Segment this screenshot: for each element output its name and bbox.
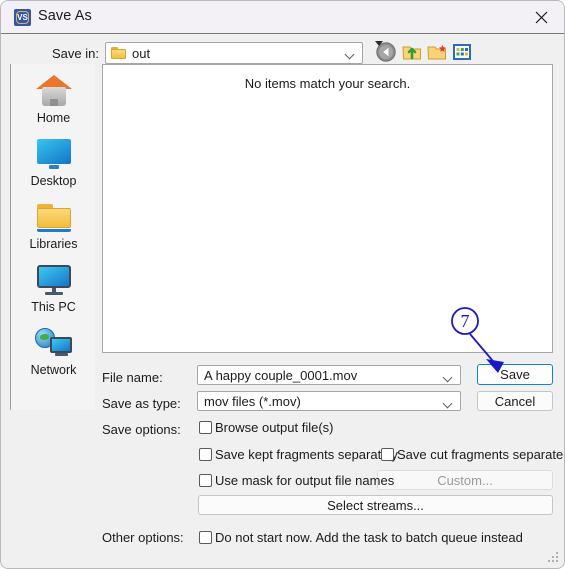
sidebar-item-desktop[interactable]: Desktop [11, 136, 96, 198]
checkbox-save-cut-fragments[interactable]: Save cut fragments separately [381, 447, 565, 462]
checkbox-box [199, 421, 212, 434]
close-icon [535, 11, 547, 23]
other-options-label: Other options: [102, 530, 184, 545]
checkbox-label: Browse output file(s) [215, 420, 334, 435]
save-in-combobox[interactable]: out [105, 42, 363, 64]
checkbox-box [199, 474, 212, 487]
this-pc-monitor-icon [11, 262, 96, 300]
checkbox-do-not-start-now[interactable]: Do not start now. Add the task to batch … [199, 530, 523, 545]
cancel-button[interactable]: Cancel [477, 391, 553, 411]
checkbox-save-kept-fragments[interactable]: Save kept fragments separately [199, 447, 398, 462]
file-name-value: A happy couple_0001.mov [204, 368, 358, 383]
checkbox-use-mask-for-output-file-names[interactable]: Use mask for output file names [199, 473, 394, 488]
checkbox-browse-output-files[interactable]: Browse output file(s) [199, 420, 334, 435]
up-one-level-button[interactable] [401, 41, 423, 63]
sidebar-item-libraries[interactable]: Libraries [11, 199, 96, 261]
new-folder-icon [427, 45, 446, 60]
save-as-type-label: Save as type: [102, 396, 181, 411]
file-list[interactable]: No items match your search. [102, 64, 553, 353]
title-bar: VS Save As [1, 1, 564, 34]
chevron-down-icon[interactable] [444, 374, 453, 379]
sidebar-item-label: Libraries [29, 237, 78, 251]
network-globe-icon [11, 325, 96, 363]
folder-icon [111, 47, 126, 59]
sidebar-item-this-pc[interactable]: This PC [11, 262, 96, 324]
create-new-folder-button[interactable] [426, 41, 448, 63]
save-in-label: Save in: [52, 46, 99, 61]
resize-grip[interactable] [548, 552, 560, 564]
views-button[interactable] [451, 41, 473, 63]
chevron-down-icon[interactable] [444, 400, 453, 405]
navigation-toolbar [375, 41, 471, 65]
checkbox-label: Save cut fragments separately [397, 447, 565, 462]
save-as-type-combobox[interactable]: mov files (*.mov) [197, 391, 461, 411]
vs-logo-icon: VS [14, 9, 31, 26]
app-icon-text: VS [17, 13, 28, 22]
checkbox-box [199, 531, 212, 544]
checkbox-box [199, 448, 212, 461]
sidebar-item-network[interactable]: Network [11, 325, 96, 387]
home-icon [11, 73, 96, 111]
libraries-folder-icon [11, 199, 96, 237]
file-name-input[interactable]: A happy couple_0001.mov [197, 365, 461, 385]
desktop-monitor-icon [11, 136, 96, 174]
sidebar-item-home[interactable]: Home [11, 73, 96, 135]
checkbox-box [381, 448, 394, 461]
chevron-down-icon [346, 51, 355, 56]
sidebar-item-label: Desktop [30, 174, 77, 188]
save-as-type-value: mov files (*.mov) [204, 394, 301, 409]
close-button[interactable] [518, 1, 564, 33]
checkbox-label: Save kept fragments separately [215, 447, 398, 462]
places-sidebar: Home Desktop Libraries This PC Network [10, 64, 95, 410]
save-as-dialog: VS Save As Save in: out Home Desktop Lib… [0, 0, 565, 569]
sidebar-item-label: Network [30, 363, 77, 377]
window-title: Save As [38, 8, 92, 24]
checkbox-label: Use mask for output file names [215, 473, 395, 488]
sidebar-item-label: Home [36, 111, 71, 125]
checkbox-label: Do not start now. Add the task to batch … [215, 530, 523, 545]
views-grid-icon [453, 44, 471, 60]
save-options-label: Save options: [102, 422, 181, 437]
save-button[interactable]: Save [477, 364, 553, 385]
select-streams-button[interactable]: Select streams... [198, 495, 553, 515]
save-in-value: out [132, 46, 151, 61]
empty-list-message: No items match your search. [244, 76, 411, 91]
up-folder-icon [402, 46, 421, 60]
sidebar-item-label: This PC [31, 300, 76, 314]
custom-mask-button: Custom... [377, 470, 553, 490]
file-name-label: File name: [102, 370, 163, 385]
